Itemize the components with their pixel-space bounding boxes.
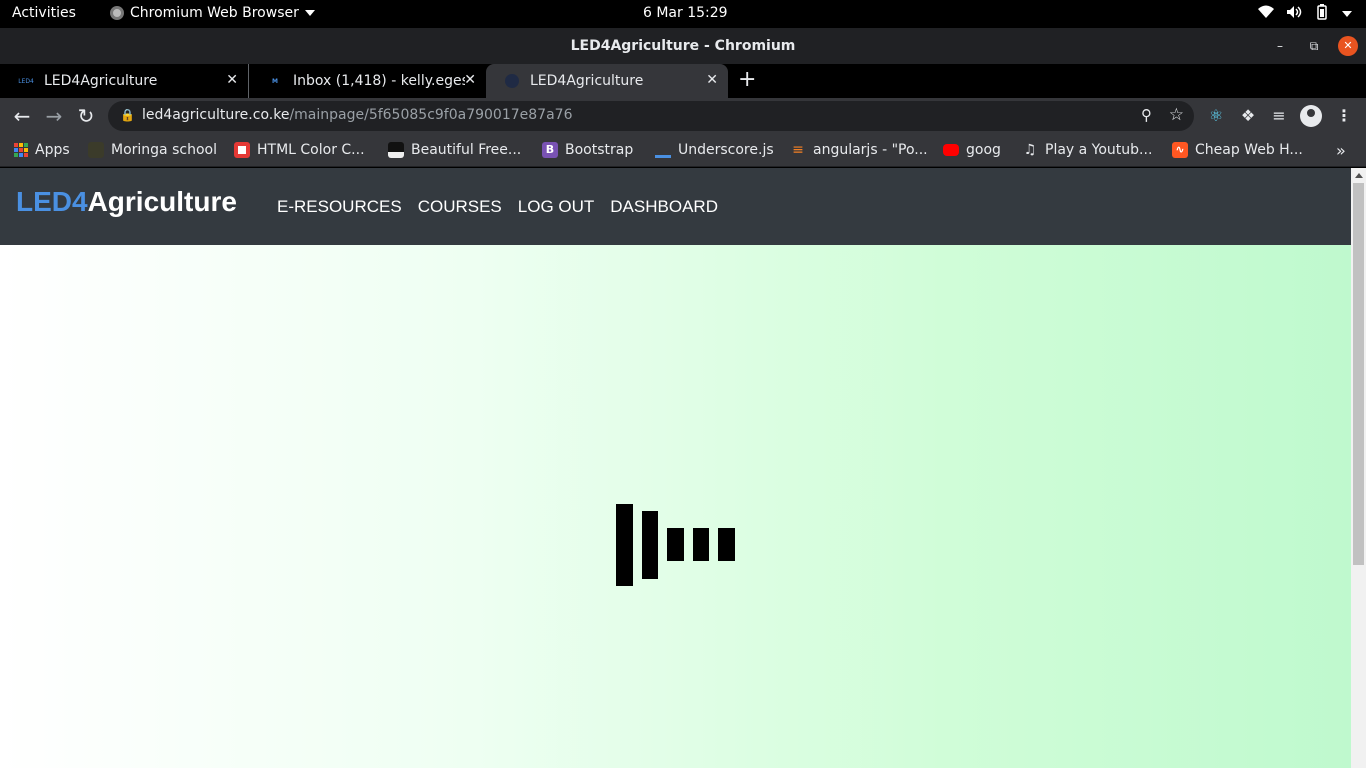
- html-color-icon: [234, 142, 250, 158]
- page-viewport: LED4Agriculture E-RESOURCES COURSES LOG …: [0, 168, 1366, 768]
- media-controls-icon[interactable]: ≡: [1267, 104, 1291, 128]
- address-bar[interactable]: 🔒 led4agriculture.co.ke/mainpage/5f65085…: [108, 101, 1194, 131]
- tab-gmail-inbox[interactable]: M Inbox (1,418) - kelly.egesa ✕: [248, 64, 486, 98]
- bookmark-label: Bootstrap: [565, 142, 634, 158]
- battery-icon: [1314, 4, 1330, 24]
- hosting-icon: ∿: [1172, 142, 1188, 158]
- react-devtools-icon[interactable]: ⚛: [1204, 104, 1228, 128]
- tab-strip: LED4 LED4Agriculture ✕ M Inbox (1,418) -…: [0, 64, 1366, 98]
- reload-button[interactable]: ↻: [74, 104, 98, 128]
- page-scrollbar[interactable]: [1351, 168, 1366, 768]
- underscore-icon: [655, 142, 671, 158]
- bookmark-underscore[interactable]: Underscore.js: [655, 140, 774, 160]
- wifi-icon: [1258, 5, 1274, 23]
- close-tab-icon[interactable]: ✕: [464, 72, 476, 88]
- site-navbar: LED4Agriculture E-RESOURCES COURSES LOG …: [0, 168, 1351, 245]
- profile-icon[interactable]: [1299, 104, 1323, 128]
- loading-spinner-icon: [616, 504, 736, 586]
- activities-button[interactable]: Activities: [12, 5, 76, 21]
- apps-grid-icon: [14, 143, 28, 157]
- kebab-menu-icon[interactable]: ⋮: [1332, 104, 1356, 128]
- loader-bar: [616, 504, 633, 586]
- url-text[interactable]: led4agriculture.co.ke/mainpage/5f65085c9…: [142, 107, 572, 123]
- lock-icon[interactable]: 🔒: [120, 108, 135, 122]
- url-path: /mainpage/5f65085c9f0a790017e87a76: [289, 107, 573, 123]
- tab-label: LED4Agriculture: [44, 73, 158, 89]
- bookmark-moringa-school[interactable]: Moringa school: [88, 140, 217, 160]
- tab-led4agriculture-active[interactable]: LED4Agriculture ✕: [486, 64, 728, 98]
- chevron-down-icon: [1342, 11, 1352, 17]
- bookmark-label: Apps: [35, 142, 70, 158]
- main-content-area: [0, 245, 1351, 768]
- bookmark-label: Moringa school: [111, 142, 217, 158]
- bookmark-label: HTML Color C...: [257, 142, 365, 158]
- tab-label: Inbox (1,418) - kelly.egesa: [293, 73, 465, 89]
- led4-icon: [504, 73, 520, 89]
- close-window-button[interactable]: ✕: [1338, 36, 1358, 56]
- tab-led4agriculture-1[interactable]: LED4 LED4Agriculture ✕: [0, 64, 248, 98]
- system-tray[interactable]: [1258, 4, 1352, 24]
- forward-button[interactable]: →: [42, 104, 66, 128]
- window-title: LED4Agriculture - Chromium: [570, 38, 796, 54]
- nav-link-log-out[interactable]: LOG OUT: [518, 197, 595, 217]
- bookmark-beautiful-free[interactable]: Beautiful Free...: [388, 140, 521, 160]
- url-domain: led4agriculture.co.ke: [142, 107, 290, 123]
- bookmark-label: Beautiful Free...: [411, 142, 522, 158]
- brand-part-agriculture: Agriculture: [87, 186, 237, 217]
- back-button[interactable]: ←: [10, 104, 34, 128]
- site-brand-logo[interactable]: LED4Agriculture: [16, 186, 237, 218]
- bookmark-goog[interactable]: goog: [943, 140, 1001, 160]
- nav-link-e-resources[interactable]: E-RESOURCES: [277, 197, 402, 217]
- maximize-button[interactable]: ⧉: [1304, 36, 1324, 56]
- app-menu[interactable]: Chromium Web Browser: [110, 5, 315, 21]
- bookmark-angularjs[interactable]: ≡ angularjs - "Po...: [790, 140, 928, 160]
- bookmark-apps[interactable]: Apps: [14, 140, 70, 160]
- loader-bar: [667, 528, 684, 561]
- chevron-down-icon: [304, 10, 315, 16]
- loader-bar: [718, 528, 735, 561]
- site-nav-links: E-RESOURCES COURSES LOG OUT DASHBOARD: [277, 197, 718, 217]
- close-tab-icon[interactable]: ✕: [226, 72, 238, 88]
- new-tab-button[interactable]: +: [738, 69, 756, 91]
- extensions-icon[interactable]: ❖: [1236, 104, 1260, 128]
- bookmark-label: angularjs - "Po...: [813, 142, 928, 158]
- bookmark-star-icon[interactable]: ☆: [1169, 105, 1184, 125]
- youtube-icon: [943, 144, 959, 156]
- bookmark-bootstrap[interactable]: B Bootstrap: [542, 140, 633, 160]
- bookmark-play-youtube[interactable]: ♫ Play a Youtub...: [1022, 140, 1153, 160]
- led4-icon: LED4: [18, 77, 34, 85]
- bootstrap-icon: B: [542, 142, 558, 158]
- bookmark-label: Play a Youtub...: [1045, 142, 1153, 158]
- key-icon[interactable]: ⚲: [1141, 106, 1152, 124]
- bookmark-cheap-web-hosting[interactable]: ∿ Cheap Web H...: [1172, 140, 1303, 160]
- bookmarks-overflow-button[interactable]: »: [1336, 140, 1346, 160]
- clock[interactable]: 6 Mar 15:29: [643, 5, 728, 21]
- bookmark-label: Underscore.js: [678, 142, 774, 158]
- loader-bar: [642, 511, 658, 579]
- browser-toolbar: ← → ↻ 🔒 led4agriculture.co.ke/mainpage/5…: [0, 98, 1366, 134]
- unsplash-icon: [388, 142, 404, 158]
- stackoverflow-icon: ≡: [792, 142, 804, 158]
- chromium-icon: [110, 6, 124, 20]
- nav-link-courses[interactable]: COURSES: [418, 197, 502, 217]
- window-title-bar[interactable]: LED4Agriculture - Chromium – ⧉ ✕: [0, 28, 1366, 64]
- gmail-icon: M: [272, 77, 278, 85]
- close-tab-icon[interactable]: ✕: [706, 72, 718, 88]
- brand-part-led4: LED4: [16, 186, 88, 217]
- minimize-button[interactable]: –: [1270, 36, 1290, 56]
- music-note-icon: ♫: [1023, 142, 1037, 158]
- scrollbar-thumb[interactable]: [1353, 183, 1364, 565]
- bookmark-html-color[interactable]: HTML Color C...: [234, 140, 365, 160]
- volume-icon: [1286, 5, 1302, 23]
- system-top-bar: Activities Chromium Web Browser 6 Mar 15…: [0, 0, 1366, 28]
- tab-label: LED4Agriculture: [530, 73, 644, 89]
- bookmark-label: Cheap Web H...: [1195, 142, 1303, 158]
- loader-bar: [693, 528, 709, 561]
- app-menu-label: Chromium Web Browser: [130, 5, 299, 21]
- scroll-up-arrow-icon[interactable]: [1355, 173, 1363, 178]
- nav-link-dashboard[interactable]: DASHBOARD: [610, 197, 718, 217]
- bookmarks-bar: Apps Moringa school HTML Color C... Beau…: [0, 134, 1366, 167]
- moringa-icon: [88, 142, 104, 158]
- bookmark-label: goog: [966, 142, 1001, 158]
